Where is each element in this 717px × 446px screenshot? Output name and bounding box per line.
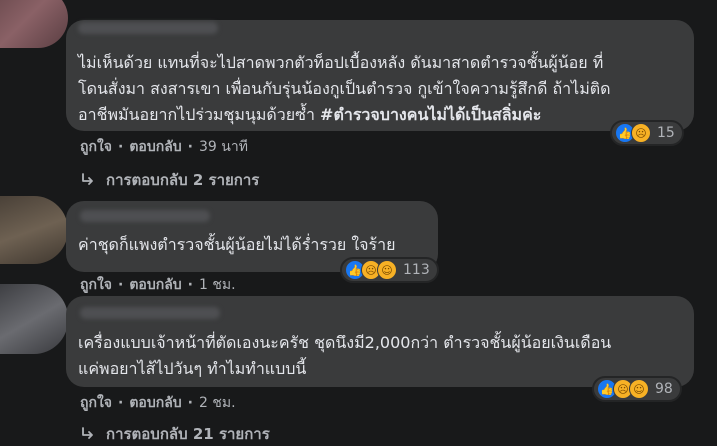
comment-timestamp[interactable]: 1 ชม. xyxy=(199,274,236,296)
like-button[interactable]: ถูกใจ xyxy=(80,392,112,414)
commenter-name-redacted[interactable] xyxy=(80,210,210,222)
separator: · xyxy=(187,395,193,411)
haha-icon: ☺ xyxy=(377,260,397,280)
reaction-summary[interactable]: 👍 ☹ ☺ 98 xyxy=(592,376,682,402)
view-replies-link[interactable]: การตอบกลับ 2 รายการ xyxy=(80,168,259,192)
comment-actions: ถูกใจ · ตอบกลับ · 39 นาที xyxy=(80,136,248,158)
comment-text-segment: อาชีพมันอยากไปร่วมชุมนุมด้วยซ้ำ xyxy=(78,105,321,124)
commenter-name-redacted[interactable] xyxy=(78,22,218,34)
comment-timestamp[interactable]: 2 ชม. xyxy=(199,392,236,414)
hashtag-link[interactable]: #ตำรวจบางคนไม่ได้เป็นสลิ่มค่ะ xyxy=(320,105,541,124)
commenter-avatar[interactable] xyxy=(0,284,68,354)
reaction-count: 113 xyxy=(403,262,430,278)
reply-arrow-icon xyxy=(82,173,93,185)
separator: · xyxy=(118,139,124,155)
like-button[interactable]: ถูกใจ xyxy=(80,136,112,158)
comment-text-line: แค่พอยาไส้ไปวันๆ ทำไมทำแบบนี้ xyxy=(78,359,307,378)
like-button[interactable]: ถูกใจ xyxy=(80,274,112,296)
reaction-summary[interactable]: 👍 ☹ 15 xyxy=(610,120,684,146)
replies-count-label: การตอบกลับ 2 รายการ xyxy=(106,171,260,189)
commenter-avatar[interactable] xyxy=(0,196,68,264)
separator: · xyxy=(118,395,124,411)
commenter-avatar[interactable] xyxy=(0,0,68,48)
separator: · xyxy=(187,277,193,293)
replies-count-label: การตอบกลับ 21 รายการ xyxy=(106,425,270,443)
commenter-name-redacted[interactable] xyxy=(80,307,220,319)
reply-button[interactable]: ตอบกลับ xyxy=(129,136,181,158)
comment-text-line: โดนสั่งมา สงสารเขา เพื่อนกับรุ่นน้องกูเป… xyxy=(78,79,611,98)
comment-text-line-with-hashtag: อาชีพมันอยากไปร่วมชุมนุมด้วยซ้ำ #ตำรวจบา… xyxy=(78,102,541,128)
reaction-count: 98 xyxy=(655,381,673,397)
separator: · xyxy=(187,139,193,155)
view-replies-link[interactable]: การตอบกลับ 21 รายการ xyxy=(80,422,270,446)
reaction-count: 15 xyxy=(657,125,675,141)
reply-arrow-icon xyxy=(82,427,93,439)
comment-actions: ถูกใจ · ตอบกลับ · 2 ชม. xyxy=(80,392,236,414)
comment-text-line: ค่าชุดก็แพงตำรวจชั้นผู้น้อยไม่ได้ร่ำรวย … xyxy=(78,235,396,254)
comment-actions: ถูกใจ · ตอบกลับ · 1 ชม. xyxy=(80,274,236,296)
comment-text-line: เครื่องแบบเจ้าหน้าที่ตัดเองนะครัช ชุดนึง… xyxy=(78,333,612,352)
separator: · xyxy=(118,277,124,293)
reaction-summary[interactable]: 👍 ☹ ☺ 113 xyxy=(340,257,439,283)
reply-button[interactable]: ตอบกลับ xyxy=(129,392,181,414)
reply-button[interactable]: ตอบกลับ xyxy=(129,274,181,296)
haha-icon: ☺ xyxy=(629,379,649,399)
comment-timestamp[interactable]: 39 นาที xyxy=(199,136,248,158)
sad-icon: ☹ xyxy=(631,123,651,143)
comment-text-line: ไม่เห็นด้วย แทนที่จะไปสาดพวกตัวท็อปเบื้อ… xyxy=(78,53,604,72)
